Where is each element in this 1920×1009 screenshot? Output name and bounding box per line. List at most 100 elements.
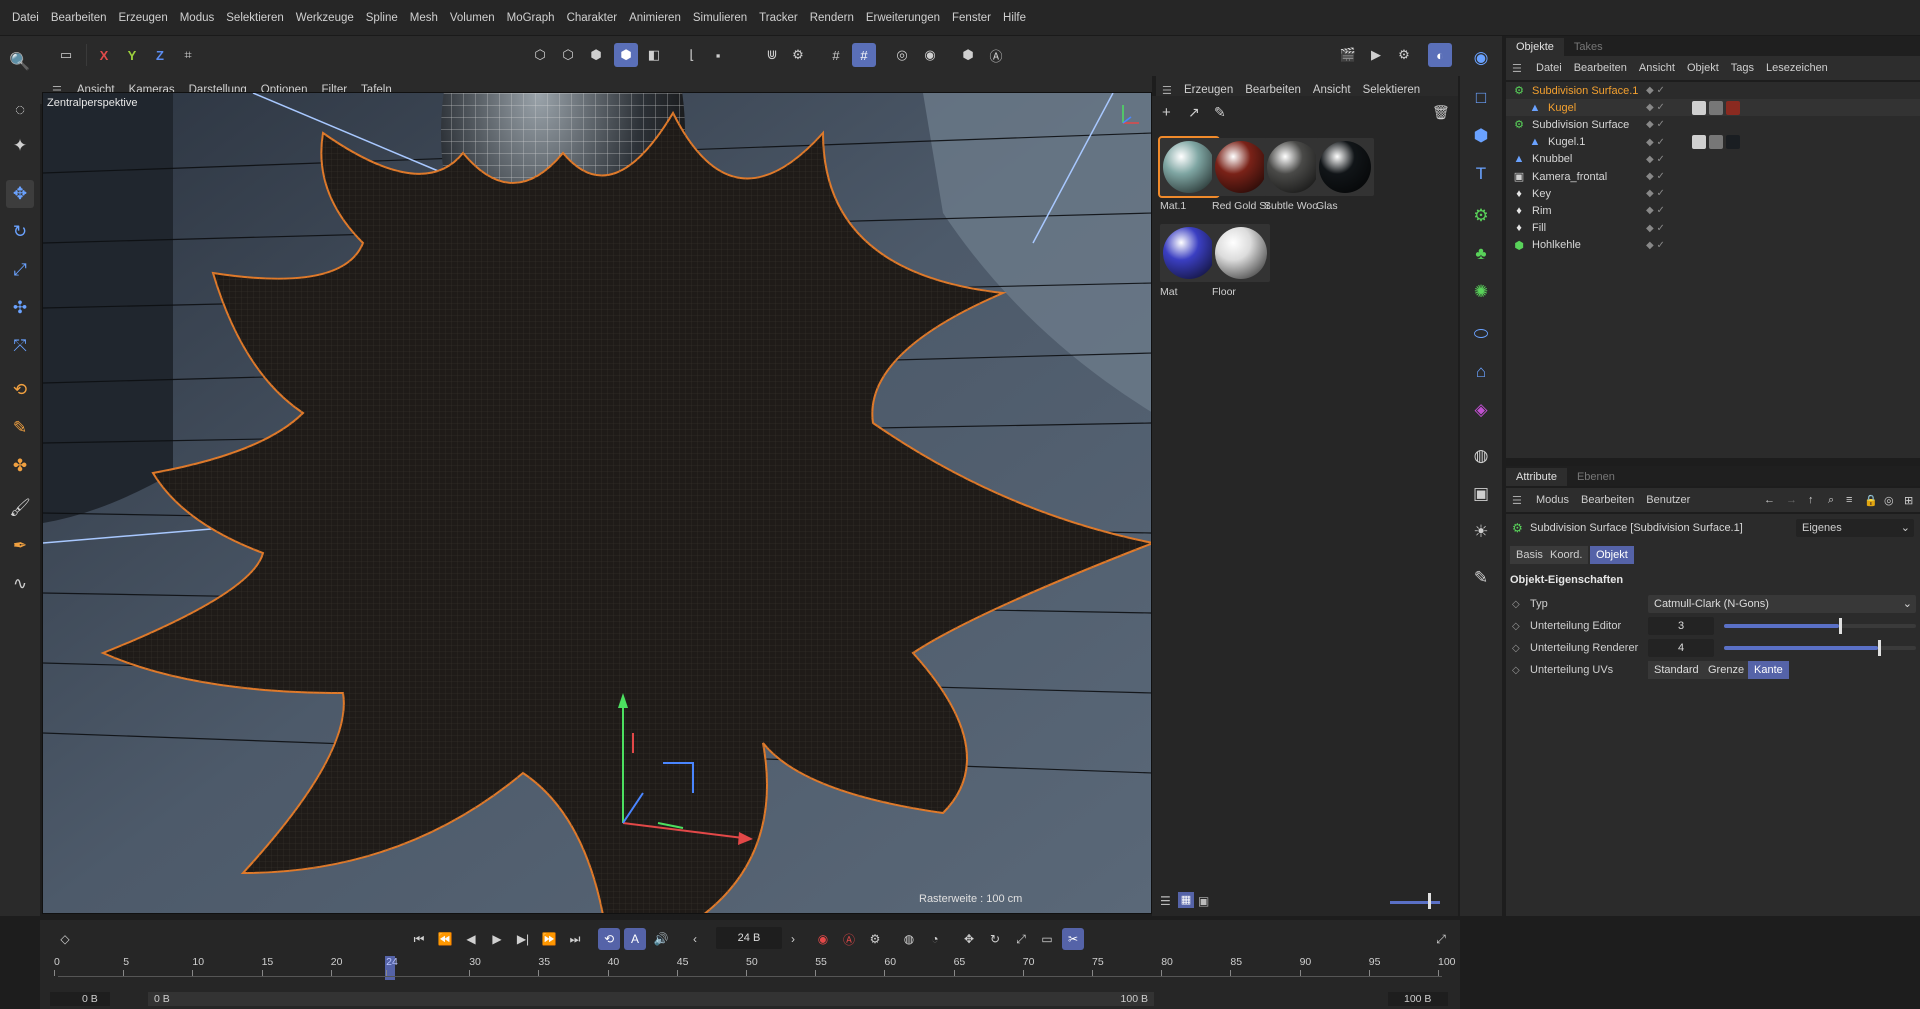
visibility-flags[interactable]: ◆ ✓ [1646, 119, 1665, 130]
back-arrow-icon[interactable]: ← [1764, 494, 1775, 506]
diamond-icon[interactable]: ◇ [1512, 621, 1530, 632]
tag-icon[interactable] [1692, 100, 1706, 115]
points-mode-icon[interactable]: ⬡ [528, 43, 552, 67]
menu-modus[interactable]: Modus [174, 12, 221, 24]
arrow-icon[interactable]: ↗ [1188, 104, 1200, 121]
tab-ebenen[interactable]: Ebenen [1567, 468, 1625, 486]
spline-icon[interactable]: ∿ [6, 570, 34, 598]
diamond-icon[interactable]: ◇ [1512, 643, 1530, 654]
menu-rendern[interactable]: Rendern [804, 12, 860, 24]
tag-icon[interactable] [1709, 100, 1723, 115]
object-menu-ansicht[interactable]: Ansicht [1633, 62, 1681, 74]
object-row[interactable]: ▲ Kugel.1 ◆ ✓ [1506, 134, 1920, 151]
diamond-icon[interactable]: ◇ [1512, 599, 1530, 610]
extrude-tool-icon[interactable]: ⤧ [6, 332, 34, 360]
preview-range-icon[interactable]: A [624, 928, 646, 950]
material-swatch[interactable]: Mat [1160, 224, 1218, 298]
typ-dropdown[interactable]: Catmull-Clark (N-Gons) ⌄ [1648, 595, 1916, 613]
current-frame-field[interactable]: 24 B [716, 927, 782, 949]
tag-icon[interactable] [1709, 135, 1723, 150]
viewport-camera-label[interactable]: Zentralperspektive [47, 97, 138, 109]
pla-keys-icon[interactable]: ✂ [1062, 928, 1084, 950]
add-icon[interactable]: + [1162, 104, 1171, 121]
material-menu-erzeugen[interactable]: Erzeugen [1178, 84, 1239, 96]
live-selection-icon[interactable]: ◌ [6, 96, 34, 124]
preview-range-bar[interactable]: 0 B 100 B [148, 992, 1154, 1006]
tab-objekt[interactable]: Objekt [1590, 546, 1634, 564]
snap-icon[interactable]: ⋓ [760, 43, 784, 67]
attribute-menu-modus[interactable]: Modus [1530, 494, 1575, 506]
material-menu-selektieren[interactable]: Selektieren [1357, 84, 1427, 96]
cube-outline-icon[interactable]: □ [1467, 84, 1495, 112]
edit-icon[interactable]: ✎ [1467, 564, 1495, 592]
keyframe-settings-icon[interactable]: ⚙ [864, 928, 886, 950]
search-icon[interactable]: 🔍 [6, 48, 34, 76]
polygons-mode-icon[interactable]: ⬢ [584, 43, 608, 67]
lock-icon[interactable]: 🔒 [1864, 494, 1878, 507]
rotate-keys-icon[interactable]: ↻ [984, 928, 1006, 950]
menu-erweiterungen[interactable]: Erweiterungen [860, 12, 946, 24]
y-axis-lock-button[interactable]: Y [120, 43, 144, 67]
trash-icon[interactable]: 🗑 [1432, 104, 1450, 121]
model-mode-icon[interactable]: ⬢ [614, 43, 638, 67]
render-view-icon[interactable]: 🎬 [1336, 43, 1360, 67]
editor-subdivision-slider[interactable] [1724, 618, 1916, 634]
tab-takes[interactable]: Takes [1564, 38, 1613, 56]
key-rotation-icon[interactable]: ◔ [924, 928, 946, 950]
edges-mode-icon[interactable]: ⬡ [556, 43, 580, 67]
timeline-ruler[interactable]: 0 5 10 15 20 24 30 35 40 45 50 55 60 65 70 75 80 85 90 95 10… [40, 956, 1460, 990]
quantize-icon[interactable]: # [852, 43, 876, 67]
grid-icon[interactable]: # [824, 43, 848, 67]
menu-bearbeiten[interactable]: Bearbeiten [45, 12, 113, 24]
object-menu-objekt[interactable]: Objekt [1681, 62, 1725, 74]
renderer-subdivision-slider[interactable] [1724, 640, 1916, 656]
frame-next-arrow-icon[interactable]: › [782, 928, 804, 950]
null-icon[interactable]: ⌂ [1467, 358, 1495, 386]
list-view-icon[interactable]: ☰ [1160, 894, 1171, 908]
selection-tool-icon[interactable]: ✦ [6, 132, 34, 160]
menu-fenster[interactable]: Fenster [946, 12, 997, 24]
keyframe-icon[interactable]: ◇ [54, 928, 76, 950]
material-swatch[interactable]: Mat.1 [1158, 136, 1220, 212]
tag-icon[interactable] [1692, 135, 1706, 150]
soft-selection-icon[interactable]: ◎ [890, 43, 914, 67]
brush-icon[interactable]: ✎ [6, 414, 34, 442]
object-row[interactable]: ▲ Knubbel ◆ ✓ [1506, 151, 1920, 168]
visibility-flags[interactable]: ◆ ✓ [1646, 240, 1665, 251]
menu-spline[interactable]: Spline [360, 12, 404, 24]
object-row[interactable]: ♦ Key ◆ ✓ [1506, 185, 1920, 202]
transform-icon[interactable]: ✣ [6, 294, 34, 322]
tag-icon[interactable] [1726, 135, 1740, 150]
material-swatch[interactable]: Subtle Woo [1264, 138, 1322, 212]
material-menu-ansicht[interactable]: Ansicht [1307, 84, 1357, 96]
material-swatch[interactable]: Floor [1212, 224, 1270, 298]
tab-objekte[interactable]: Objekte [1506, 38, 1564, 56]
scale-icon[interactable]: ⤢ [6, 256, 34, 284]
start-frame-field[interactable]: 0 B [50, 992, 110, 1006]
visibility-flags[interactable]: ◆ ✓ [1646, 223, 1665, 234]
paint-brush-icon[interactable]: 🖌 [6, 494, 34, 522]
sound-icon[interactable]: 🔊 [650, 928, 672, 950]
mode-dropdown[interactable]: Eigenes ⌄ [1796, 519, 1914, 537]
object-menu-tags[interactable]: Tags [1725, 62, 1760, 74]
target-icon[interactable]: ◎ [1884, 494, 1894, 507]
viewport-3d[interactable]: Zentralperspektive Rasterweite : 100 cm [42, 92, 1152, 914]
uv-option-kante[interactable]: Kante [1748, 661, 1789, 679]
deformer-icon[interactable]: ⬭ [1467, 320, 1495, 348]
hamburger-icon[interactable]: ☰ [1512, 494, 1522, 507]
search-icon[interactable]: ⌕ [1828, 494, 1834, 507]
menu-charakter[interactable]: Charakter [561, 12, 624, 24]
z-axis-lock-button[interactable]: Z [148, 43, 172, 67]
visibility-flags[interactable]: ◆ ✓ [1646, 205, 1665, 216]
x-axis-lock-button[interactable]: X [92, 43, 116, 67]
tag-icon[interactable] [1726, 100, 1740, 115]
autokey-icon[interactable]: Ⓐ [838, 928, 860, 950]
field-icon[interactable]: ◈ [1467, 396, 1495, 424]
menu-erzeugen[interactable]: Erzeugen [112, 12, 173, 24]
go-to-end-icon[interactable]: ⏭ [564, 928, 586, 950]
attribute-menu-benutzer[interactable]: Benutzer [1640, 494, 1696, 506]
menu-mesh[interactable]: Mesh [404, 12, 444, 24]
menu-simulieren[interactable]: Simulieren [687, 12, 753, 24]
layout-icon[interactable]: ◐ [1428, 43, 1452, 67]
menu-volumen[interactable]: Volumen [444, 12, 501, 24]
